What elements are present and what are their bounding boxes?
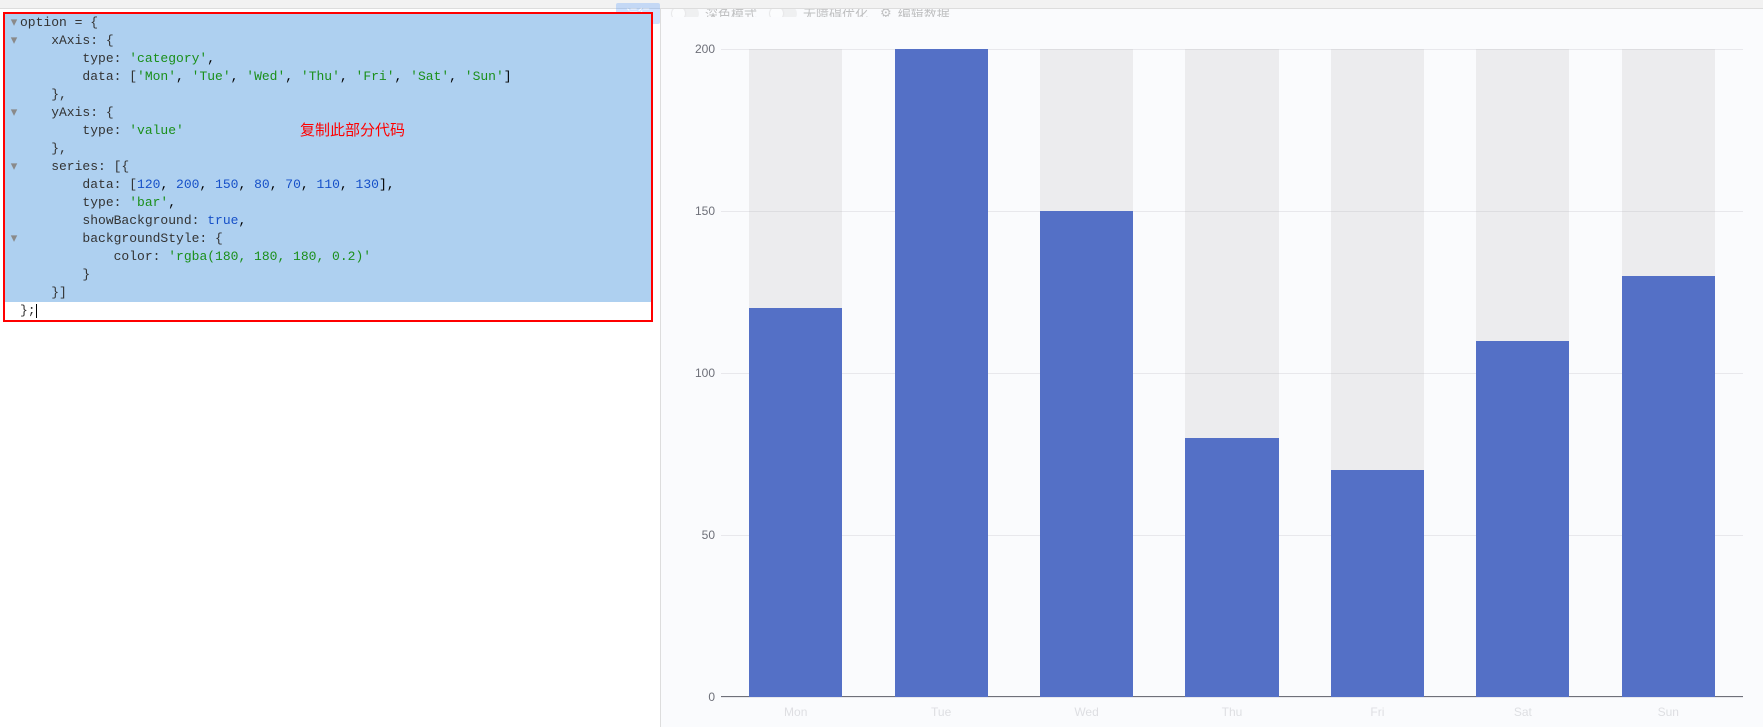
bar-slot: Fri [1305,49,1450,697]
bar [895,49,988,697]
code-text: option = { [20,15,98,30]
bar-slot: Sun [1596,49,1741,697]
fold-icon[interactable]: ▾ [8,104,20,122]
code-text: data: [ [20,177,137,192]
code-string: 'value' [129,123,184,138]
code-text: data: [ [20,69,137,84]
code-string: 'rgba(180, 180, 180, 0.2)' [168,249,371,264]
bar-slot: Tue [868,49,1013,697]
x-tick-label: Sat [1450,705,1595,719]
code-text: ] [504,69,512,84]
y-tick-label: 150 [681,204,715,218]
y-tick-label: 200 [681,42,715,56]
code-text: }, [20,141,67,156]
code-text: , [207,51,215,66]
code-number: 130 [356,177,379,192]
code-string: 'Tue' [192,69,231,84]
toggle-label: 无障碍优化 [803,9,868,17]
dark-mode-toggle[interactable]: 深色模式 [671,9,757,17]
gridline [721,697,1743,698]
code-text: } [20,267,90,282]
code-text: series: [{ [20,159,129,174]
y-tick-label: 0 [681,690,715,704]
bar-slot: Mon [723,49,868,697]
button-label: 编辑数据 [898,9,950,17]
code-text: }, [20,87,67,102]
code-text: , [238,213,246,228]
code-text: ], [379,177,395,192]
code-string: 'bar' [129,195,168,210]
code-number: 80 [254,177,270,192]
bar-slot: Thu [1159,49,1304,697]
code-editor[interactable]: 运行 ▾option = { ▾ xAxis: { type: 'categor… [0,9,661,727]
x-tick-label: Tue [868,705,1013,719]
bar [749,308,842,697]
x-tick-label: Thu [1159,705,1304,719]
a11y-toggle[interactable]: 无障碍优化 [769,9,868,17]
code-text: type: [20,195,129,210]
code-text: color: [20,249,168,264]
code-number: 70 [285,177,301,192]
code-number: 120 [137,177,160,192]
code-number: 150 [215,177,238,192]
code-bool: true [207,213,238,228]
bar [1622,276,1715,697]
code-text: , [168,195,176,210]
code-string: 'Thu' [301,69,340,84]
code-string: 'Fri' [356,69,395,84]
x-tick-label: Sun [1596,705,1741,719]
code-string: 'Wed' [246,69,285,84]
code-text: yAxis: { [20,105,114,120]
gear-icon: ⚙ [880,9,892,17]
bars-container: MonTueWedThuFriSatSun [721,49,1743,697]
code-text: type: [20,51,129,66]
x-tick-label: Mon [723,705,868,719]
fold-icon[interactable]: ▾ [8,230,20,248]
bar [1040,211,1133,697]
fold-icon[interactable]: ▾ [8,158,20,176]
code-text: type: [20,123,129,138]
code-number: 110 [317,177,340,192]
bar [1185,438,1278,697]
code-text: showBackground: [20,213,207,228]
fold-icon[interactable]: ▾ [8,14,20,32]
bar [1476,341,1569,697]
code-text: xAxis: { [20,33,114,48]
bar-chart: 050100150200MonTueWedThuFriSatSun [721,49,1743,697]
bar [1331,470,1424,697]
code-text: }] [20,285,67,300]
code-string: 'Mon' [137,69,176,84]
y-tick-label: 50 [681,528,715,542]
x-tick-label: Fri [1305,705,1450,719]
x-tick-label: Wed [1014,705,1159,719]
code-string: 'Sat' [410,69,449,84]
chart-preview: 深色模式 无障碍优化 ⚙编辑数据 050100150200MonTueWedTh… [661,9,1763,727]
fold-icon[interactable]: ▾ [8,32,20,50]
code-string: 'Sun' [465,69,504,84]
code-text: backgroundStyle: { [20,231,223,246]
code-string: 'category' [129,51,207,66]
code-text: }; [20,303,36,318]
bar-slot: Wed [1014,49,1159,697]
y-tick-label: 100 [681,366,715,380]
annotation-label: 复制此部分代码 [300,119,405,140]
text-cursor [36,304,37,318]
edit-data-button[interactable]: ⚙ 编辑数据 [880,9,950,17]
toggle-label: 深色模式 [705,9,757,17]
code-number: 200 [176,177,199,192]
bar-slot: Sat [1450,49,1595,697]
